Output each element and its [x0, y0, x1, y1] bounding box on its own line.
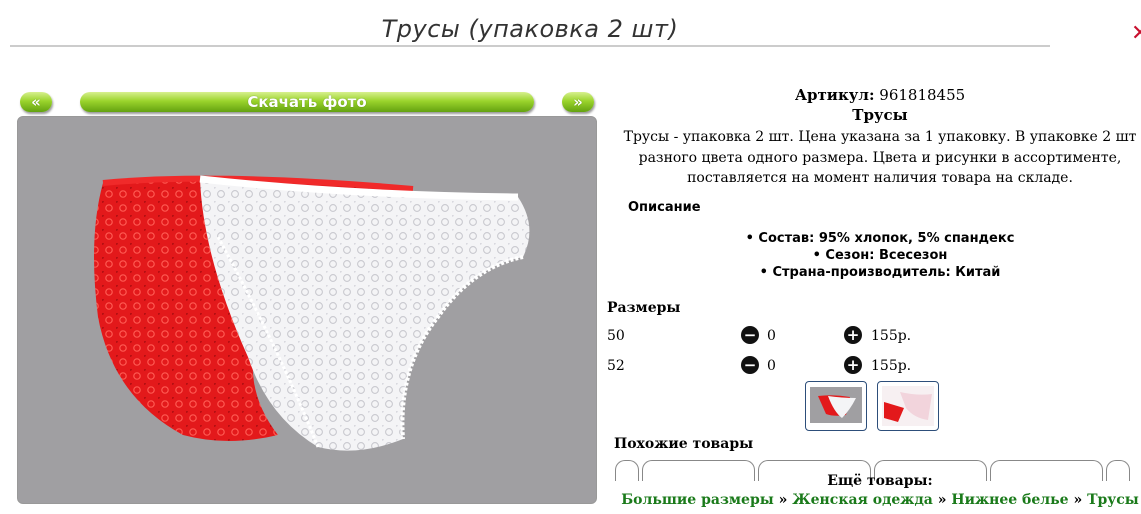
breadcrumb-link[interactable]: Женская одежда — [792, 492, 933, 508]
breadcrumb-link[interactable]: Большие размеры — [621, 492, 774, 508]
sizes-heading: Размеры — [607, 300, 681, 316]
size-row: 52 − 0 + 155р. — [607, 356, 1127, 376]
breadcrumb-separator: » — [778, 492, 788, 508]
size-row: 50 − 0 + 155р. — [607, 326, 1127, 346]
similar-heading: Похожие товары — [614, 436, 754, 452]
spec-list: Состав: 95% хлопок, 5% спандекс Сезон: В… — [605, 230, 1141, 281]
spec-item: Сезон: Всесезон — [605, 247, 1141, 264]
size-value: 52 — [607, 358, 625, 374]
download-photo-button[interactable]: Скачать фото — [80, 92, 534, 112]
photo-thumbnail[interactable] — [805, 381, 867, 431]
article-label: Артикул: — [794, 86, 875, 104]
thumbnail-image — [810, 387, 862, 423]
size-value: 50 — [607, 328, 625, 344]
plus-circle-icon[interactable]: + — [844, 326, 862, 344]
article-value: 961818455 — [879, 86, 966, 104]
breadcrumb-link[interactable]: Нижнее белье — [951, 492, 1068, 508]
spec-heading: Описание — [628, 200, 701, 215]
product-photo-image — [94, 175, 530, 451]
product-name: Трусы — [852, 106, 908, 124]
product-description: Трусы - упаковка 2 шт. Цена указана за 1… — [623, 129, 1137, 186]
spec-item: Страна-производитель: Китай — [605, 264, 1141, 281]
size-price: 155р. — [871, 358, 912, 374]
page-title: Трусы (упаковка 2 шт) — [381, 15, 679, 43]
plus-circle-icon[interactable]: + — [844, 356, 862, 374]
close-icon[interactable]: ✕ — [1131, 22, 1141, 46]
breadcrumb-separator: » — [1073, 492, 1083, 508]
title-divider — [10, 45, 1050, 47]
prev-photo-button[interactable]: « — [20, 92, 52, 112]
next-photo-button[interactable]: » — [562, 92, 594, 112]
minus-circle-icon[interactable]: − — [741, 326, 759, 344]
minus-circle-icon[interactable]: − — [741, 356, 759, 374]
size-quantity: 0 — [767, 328, 776, 344]
breadcrumb-separator: » — [937, 492, 947, 508]
article-line: Артикул: 961818455 — [605, 86, 1141, 104]
thumbnail-image — [882, 386, 934, 426]
size-price: 155р. — [871, 328, 912, 344]
size-quantity: 0 — [767, 358, 776, 374]
breadcrumb-link[interactable]: Трусы — [1087, 492, 1139, 508]
photo-thumbnail[interactable] — [877, 381, 939, 431]
more-heading: Ещё товары: — [827, 473, 933, 489]
breadcrumb: Большие размеры » Женская одежда » Нижне… — [605, 492, 1141, 508]
spec-item: Состав: 95% хлопок, 5% спандекс — [605, 230, 1141, 247]
product-photo[interactable] — [17, 116, 597, 504]
